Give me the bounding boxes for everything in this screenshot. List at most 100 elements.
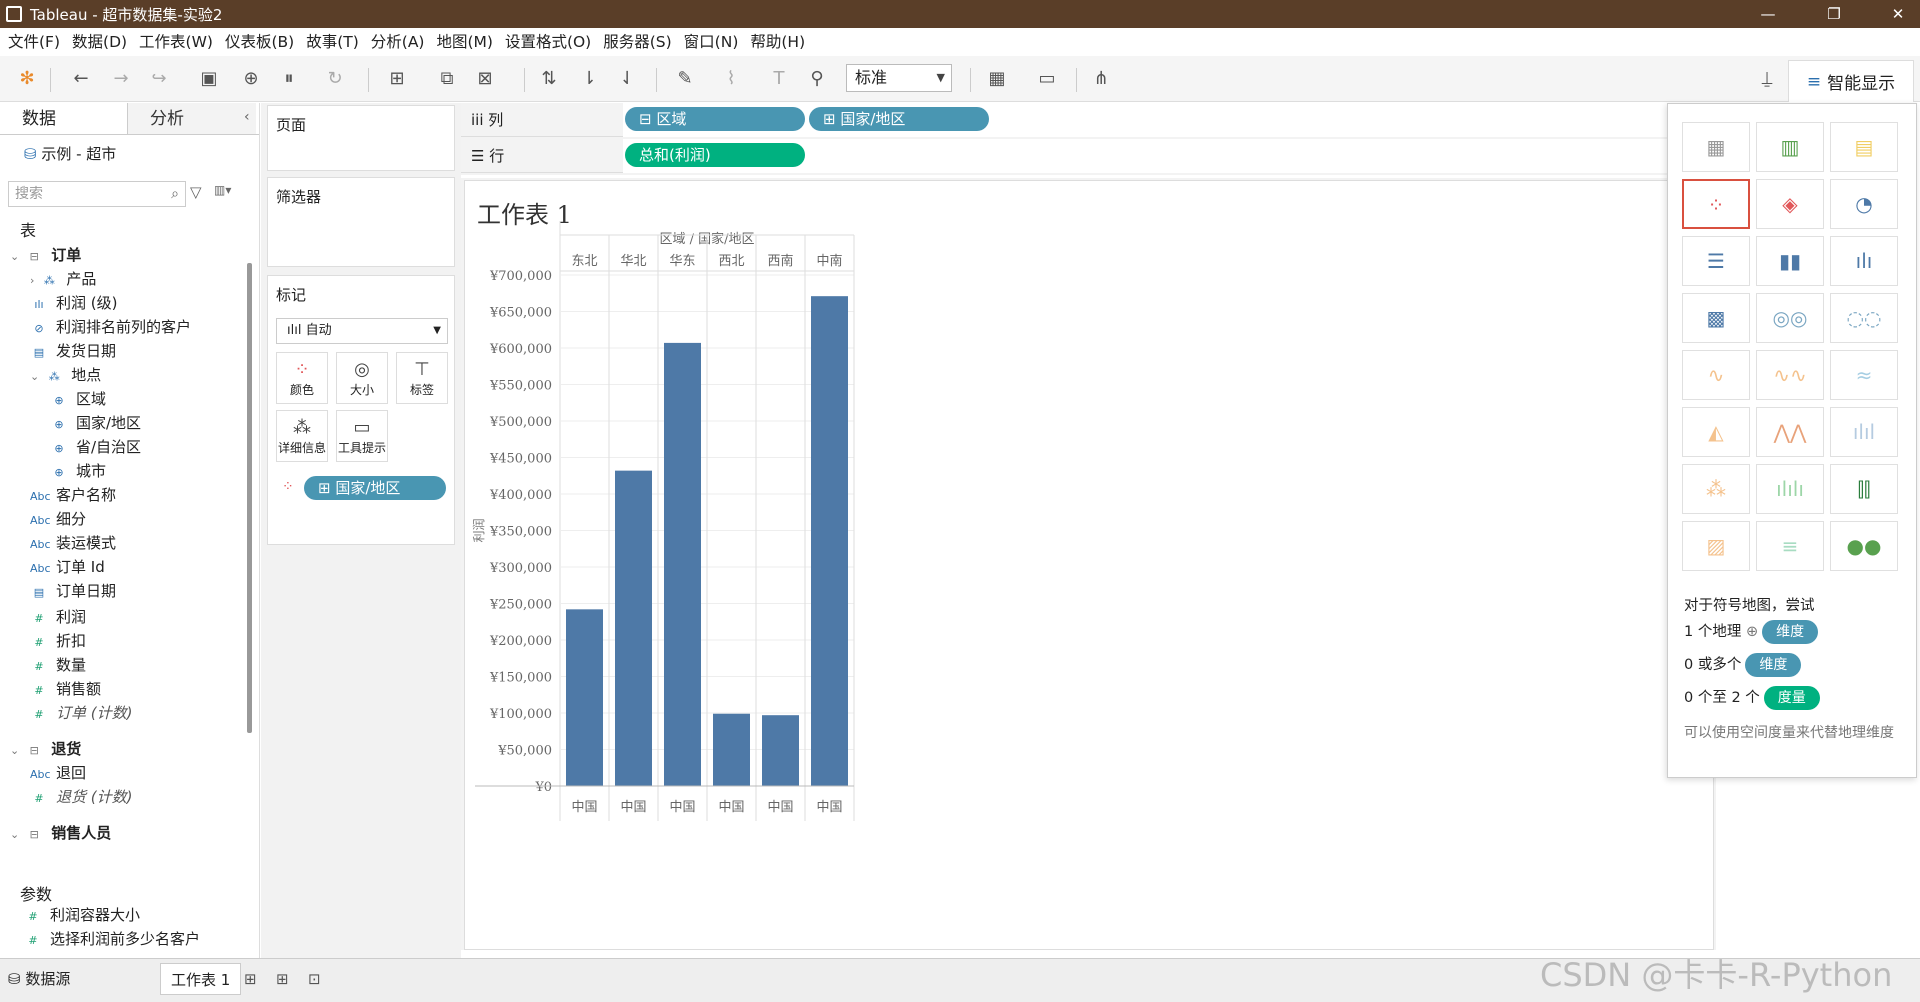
column-pill-country[interactable]: ⊞ 国家/地区 [809, 107, 989, 131]
field-item[interactable]: ▤ 发货日期 [30, 339, 116, 363]
show-cards-icon[interactable]: ▦ [984, 66, 1010, 92]
field-item[interactable]: Abc 客户名称 [30, 483, 116, 507]
menu-server[interactable]: 服务器(S) [603, 30, 671, 52]
chart-type-thumbnail[interactable]: ∿ [1682, 350, 1750, 400]
field-item[interactable]: › ⁂ 产品 [30, 267, 96, 291]
chart-type-thumbnail[interactable]: ▮▮ [1756, 236, 1824, 286]
presentation-icon[interactable]: ▭ [1034, 66, 1060, 92]
save-icon[interactable]: ▣ [196, 66, 222, 92]
pages-card[interactable]: 页面 [267, 105, 455, 171]
tab-analytics[interactable]: 分析 [128, 103, 256, 134]
menu-help[interactable]: 帮助(H) [750, 30, 805, 52]
maximize-button[interactable]: ❐ [1812, 0, 1856, 28]
mark-type-select[interactable]: ılıl 自动 ▼ [276, 318, 448, 344]
field-item[interactable]: # 利润 [30, 605, 86, 629]
columns-drop-area[interactable]: ⊟ 区域 ⊞ 国家/地区 [623, 103, 1701, 137]
chart-type-thumbnail[interactable]: ◭ [1682, 407, 1750, 457]
highlight-icon[interactable]: ✎ [672, 66, 698, 92]
filter-icon[interactable]: ▽ [190, 183, 202, 201]
detail-button[interactable]: ⁂ 详细信息 [276, 410, 328, 462]
field-item[interactable]: # 折扣 [30, 629, 86, 653]
color-button[interactable]: ⁘ 颜色 [276, 352, 328, 404]
expand-chevron-icon[interactable]: ⌄ [30, 370, 39, 383]
chart-type-thumbnail[interactable]: ⁂ [1682, 464, 1750, 514]
clear-sheet-icon[interactable]: ⊠ [472, 66, 498, 92]
fit-select[interactable]: 标准 ▼ [846, 64, 952, 92]
chart-type-thumbnail[interactable]: ⫿⫿ [1830, 464, 1898, 514]
menu-story[interactable]: 故事(T) [306, 30, 359, 52]
new-sheet-icon[interactable]: ⊞ [244, 963, 257, 995]
field-item[interactable]: ⌄ ⁂ 地点 [30, 363, 101, 387]
chart-type-thumbnail[interactable]: ◔ [1830, 179, 1898, 229]
view-options-icon[interactable]: ▥▾ [214, 183, 231, 197]
menu-dashboard[interactable]: 仪表板(B) [225, 30, 294, 52]
chart-type-thumbnail[interactable]: ▥ [1756, 122, 1824, 172]
chart-type-thumbnail[interactable]: ▤ [1830, 122, 1898, 172]
chart-type-thumbnail[interactable]: ≈ [1830, 350, 1898, 400]
refresh-icon[interactable]: ↻ [322, 66, 348, 92]
menu-data[interactable]: 数据(D) [72, 30, 127, 52]
table-item[interactable]: ⌄ ⊟ 退货 [10, 737, 81, 761]
redo-icon[interactable]: → [108, 66, 134, 92]
chart-type-thumbnail[interactable]: ⋀⋀ [1756, 407, 1824, 457]
expand-chevron-icon[interactable]: ⌄ [10, 250, 19, 263]
rows-shelf[interactable]: ☰ 行 总和(利润) [461, 139, 1701, 173]
field-item[interactable]: # 销售额 [30, 677, 101, 701]
chart-type-thumbnail[interactable]: ∿∿ [1756, 350, 1824, 400]
pause-updates-icon[interactable]: ⏸ [276, 66, 302, 92]
field-item[interactable]: ⊕ 城市 [50, 459, 106, 483]
expand-chevron-icon[interactable]: ⌄ [10, 828, 19, 841]
param-item[interactable]: # 选择利润前多少名客户 [24, 927, 200, 951]
param-item[interactable]: # 利润容器大小 [24, 903, 140, 927]
duplicate-sheet-icon[interactable]: ⧉ [434, 66, 460, 92]
datasource-item[interactable]: ⛁ 示例 - 超市 [24, 143, 116, 164]
menu-format[interactable]: 设置格式(O) [505, 30, 591, 52]
menu-file[interactable]: 文件(F) [8, 30, 60, 52]
chart-type-thumbnail[interactable]: ●● [1830, 521, 1898, 571]
field-item[interactable]: Abc 订单 Id [30, 555, 105, 579]
new-dashboard-icon[interactable]: ⊞ [276, 963, 289, 995]
table-item[interactable]: ⌄ ⊟ 销售人员 [10, 821, 111, 845]
field-item[interactable]: # 数量 [30, 653, 86, 677]
new-datasource-icon[interactable]: ⊕ [238, 66, 264, 92]
collapse-icon[interactable]: ‹ [244, 109, 250, 125]
menu-window[interactable]: 窗口(N) [684, 30, 739, 52]
close-button[interactable]: ✕ [1876, 0, 1920, 28]
new-story-icon[interactable]: ⊡ [308, 963, 321, 995]
marks-pill[interactable]: ⊞ 国家/地区 [304, 476, 446, 500]
column-pill-region[interactable]: ⊟ 区域 [625, 107, 805, 131]
chart-type-thumbnail[interactable]: ılılı [1756, 464, 1824, 514]
tooltip-button[interactable]: ▭ 工具提示 [336, 410, 388, 462]
chart-type-thumbnail[interactable]: ılıl [1830, 407, 1898, 457]
filters-card[interactable]: 筛选器 [267, 177, 455, 267]
field-item[interactable]: ⊘ 利润排名前列的客户 [30, 315, 191, 339]
field-item[interactable]: # 退货 (计数) [30, 785, 132, 809]
chart-type-thumbnail[interactable]: ▩ [1682, 293, 1750, 343]
field-item[interactable]: ⊕ 国家/地区 [50, 411, 141, 435]
field-item[interactable]: ▤ 订单日期 [30, 579, 116, 603]
table-item[interactable]: ⌄ ⊟ 订单 [10, 243, 81, 267]
pin-axis-icon[interactable]: ⚲ [804, 66, 830, 92]
tooltip-pin-icon[interactable]: ⍊ [1754, 66, 1780, 92]
expand-chevron-icon[interactable]: ⌄ [10, 744, 19, 757]
field-item[interactable]: ⊕ 省/自治区 [50, 435, 141, 459]
field-item[interactable]: Abc 退回 [30, 761, 86, 785]
menu-worksheet[interactable]: 工作表(W) [139, 30, 213, 52]
chart-type-thumbnail[interactable]: ▨ [1682, 521, 1750, 571]
search-input[interactable]: 搜索 ⌕ [8, 181, 186, 207]
smart-show-tab[interactable]: ≡ 智能显示 [1788, 60, 1914, 102]
size-button[interactable]: ◎ 大小 [336, 352, 388, 404]
chart-type-thumbnail[interactable]: ılı [1830, 236, 1898, 286]
replay-icon[interactable]: ↪ [146, 66, 172, 92]
new-worksheet-icon[interactable]: ⊞ [384, 66, 410, 92]
label-button[interactable]: ⊤ 标签 [396, 352, 448, 404]
field-item[interactable]: ılı 利润 (级) [30, 291, 117, 315]
chart-type-thumbnail[interactable]: ⁘ [1682, 179, 1750, 229]
field-item[interactable]: # 订单 (计数) [30, 701, 132, 725]
columns-shelf[interactable]: iii 列 ⊟ 区域 ⊞ 国家/地区 [461, 103, 1701, 137]
chart-type-thumbnail[interactable]: ▦ [1682, 122, 1750, 172]
tableau-home-icon[interactable]: ✻ [14, 66, 40, 92]
share-icon[interactable]: ⋔ [1088, 66, 1114, 92]
expand-chevron-icon[interactable]: › [30, 274, 34, 287]
scrollbar[interactable] [247, 263, 252, 733]
